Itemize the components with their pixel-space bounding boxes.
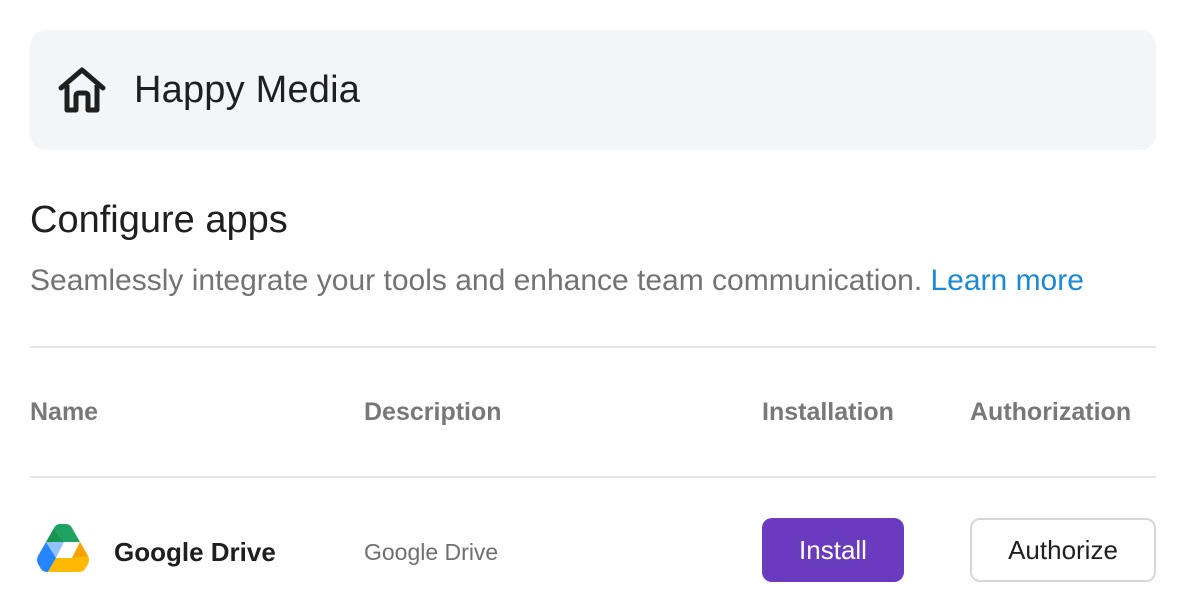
column-header-installation: Installation <box>762 398 894 426</box>
column-header-name: Name <box>30 398 99 426</box>
install-button[interactable]: Install <box>762 518 904 582</box>
home-icon[interactable] <box>56 64 108 116</box>
page-title: Configure apps <box>30 199 288 241</box>
page-subtitle: Seamlessly integrate your tools and enha… <box>30 262 1084 300</box>
column-header-description: Description <box>364 398 502 426</box>
divider <box>30 346 1156 348</box>
workspace-header: Happy Media <box>30 30 1156 150</box>
app-name: Google Drive <box>114 537 276 567</box>
app-description: Google Drive <box>364 539 499 565</box>
authorize-button[interactable]: Authorize <box>970 518 1156 582</box>
google-drive-icon <box>36 522 90 574</box>
workspace-name: Happy Media <box>134 68 361 111</box>
column-header-authorization: Authorization <box>970 398 1132 426</box>
subtitle-text: Seamlessly integrate your tools and enha… <box>30 264 923 297</box>
learn-more-link[interactable]: Learn more <box>931 264 1084 297</box>
divider <box>30 476 1156 478</box>
